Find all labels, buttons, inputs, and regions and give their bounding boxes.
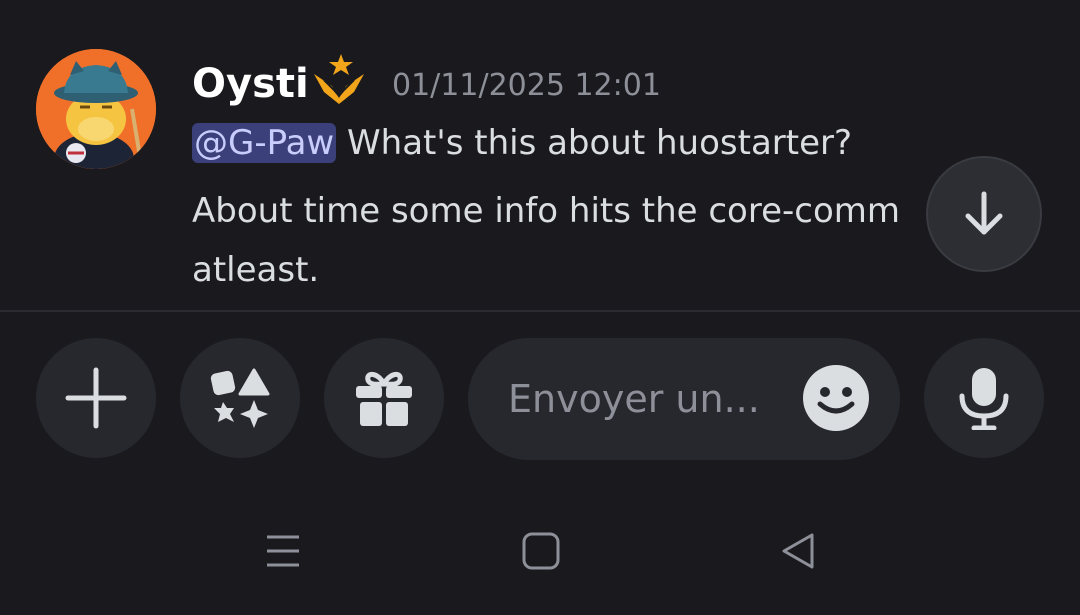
avatar[interactable] (36, 49, 156, 169)
user-mention[interactable]: @G-Paw (192, 123, 337, 163)
apps-button[interactable] (180, 338, 300, 458)
message-input-placeholder: Envoyer un... (508, 377, 760, 421)
message-timestamp: 01/11/2025 12:01 (392, 68, 661, 103)
gift-button[interactable] (324, 338, 444, 458)
back-triangle-icon (782, 533, 814, 569)
chat-screen: Oysti 01/11/2025 12:01 @G-Paw What's thi… (0, 0, 1080, 615)
home-square-icon (522, 532, 560, 570)
message-line-1: @G-Paw What's this about huostarter? (192, 120, 852, 166)
author-name[interactable]: Oysti (192, 58, 309, 110)
message-text: What's this about huostarter? (336, 123, 853, 163)
arrow-down-icon (965, 191, 1003, 235)
attach-button[interactable] (36, 338, 156, 458)
message-input[interactable]: Envoyer un... (468, 338, 900, 460)
divider (0, 310, 1080, 312)
gift-icon (356, 372, 412, 426)
voice-message-button[interactable] (924, 338, 1044, 458)
microphone-icon (959, 368, 1009, 430)
chat-message: Oysti 01/11/2025 12:01 @G-Paw What's thi… (0, 0, 1080, 310)
jump-to-bottom-button[interactable] (926, 156, 1042, 272)
back-button[interactable] (768, 526, 828, 576)
cat-hat-avatar-icon (36, 49, 156, 169)
menu-lines-icon (267, 535, 299, 567)
gold-wing-star-badge-icon (314, 54, 364, 104)
emoji-icon[interactable] (802, 364, 870, 432)
plus-icon (65, 367, 127, 429)
message-line-2: About time some info hits the core-comm (192, 191, 900, 231)
apps-icon (210, 368, 270, 428)
message-line-3: atleast. (192, 250, 320, 290)
recent-apps-button[interactable] (253, 526, 313, 576)
home-button[interactable] (511, 526, 571, 576)
